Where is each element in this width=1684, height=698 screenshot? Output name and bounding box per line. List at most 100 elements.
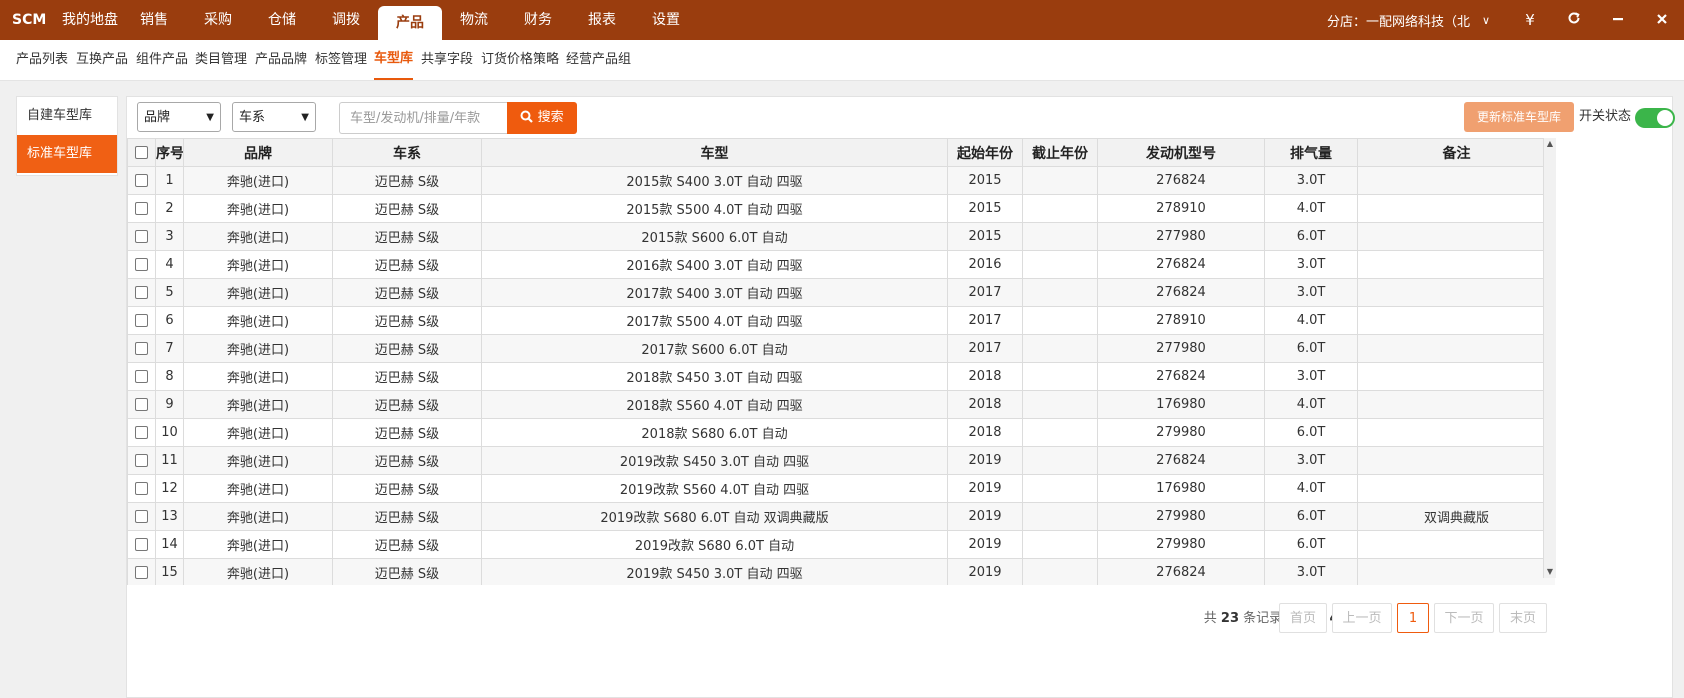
row-checkbox[interactable] (127, 390, 156, 419)
menu-item-purchase[interactable]: 采购 (186, 0, 250, 40)
row-checkbox[interactable] (127, 278, 156, 307)
cell-model: 2019改款 S680 6.0T 自动 双调典藏版 (481, 502, 948, 531)
cell-engine-model: 277980 (1097, 222, 1265, 251)
table-row[interactable]: 1 奔驰(进口) 迈巴赫 S级 2015款 S400 3.0T 自动 四驱 2015 27… (127, 166, 1555, 195)
standard-vehicle-library[interactable]: 标准车型库 (17, 135, 117, 173)
row-checkbox[interactable] (127, 222, 156, 251)
next-page-button[interactable]: 下一页 (1434, 603, 1494, 633)
table-row[interactable]: 7 奔驰(进口) 迈巴赫 S级 2017款 S600 6.0T 自动 2017 27798… (127, 334, 1555, 363)
status-toggle[interactable] (1635, 108, 1675, 128)
row-checkbox[interactable] (127, 474, 156, 503)
table-row[interactable]: 6 奔驰(进口) 迈巴赫 S级 2017款 S500 4.0T 自动 四驱 2017 27… (127, 306, 1555, 335)
row-checkbox[interactable] (127, 418, 156, 447)
scroll-up-icon[interactable]: ▲ (1544, 138, 1556, 150)
table-row[interactable]: 2 奔驰(进口) 迈巴赫 S级 2015款 S500 4.0T 自动 四驱 2015 27… (127, 194, 1555, 223)
select-all-checkbox[interactable] (127, 138, 156, 167)
table-row[interactable]: 9 奔驰(进口) 迈巴赫 S级 2018款 S560 4.0T 自动 四驱 2018 17… (127, 390, 1555, 419)
cell-index: 3 (155, 222, 184, 251)
subnav-tag-management[interactable]: 标签管理 (315, 40, 367, 80)
menu-item-home[interactable]: 我的地盘 (58, 0, 122, 40)
series-select[interactable]: 车系 ▼ (232, 102, 316, 132)
cell-engine-model: 278910 (1097, 194, 1265, 223)
cell-series: 迈巴赫 S级 (332, 278, 482, 307)
table-row[interactable]: 10 奔驰(进口) 迈巴赫 S级 2018款 S680 6.0T 自动 2018 2799… (127, 418, 1555, 447)
close-icon[interactable] (1640, 11, 1684, 29)
row-checkbox[interactable] (127, 306, 156, 335)
cell-index: 6 (155, 306, 184, 335)
cell-start-year: 2017 (947, 278, 1023, 307)
cell-start-year: 2018 (947, 390, 1023, 419)
cell-end-year (1022, 250, 1098, 279)
cell-index: 14 (155, 530, 184, 559)
cell-index: 9 (155, 390, 184, 419)
row-checkbox[interactable] (127, 250, 156, 279)
subnav-shared-fields[interactable]: 共享字段 (421, 40, 473, 80)
cell-remarks (1357, 446, 1555, 475)
refresh-icon[interactable] (1552, 11, 1596, 29)
subnav-product-brands[interactable]: 产品品牌 (255, 40, 307, 80)
menu-item-product[interactable]: 产品 (378, 6, 442, 40)
subnav-component-products[interactable]: 组件产品 (136, 40, 188, 80)
table-row[interactable]: 14 奔驰(进口) 迈巴赫 S级 2019改款 S680 6.0T 自动 2019 279… (127, 530, 1555, 559)
cell-model: 2018款 S680 6.0T 自动 (481, 418, 948, 447)
table-row[interactable]: 4 奔驰(进口) 迈巴赫 S级 2016款 S400 3.0T 自动 四驱 2016 27… (127, 250, 1555, 279)
menu-item-settings[interactable]: 设置 (634, 0, 698, 40)
cell-start-year: 2019 (947, 530, 1023, 559)
cell-brand: 奔驰(进口) (183, 278, 333, 307)
subnav-interchange-products[interactable]: 互换产品 (76, 40, 128, 80)
menu-item-reports[interactable]: 报表 (570, 0, 634, 40)
row-checkbox[interactable] (127, 166, 156, 195)
cell-series: 迈巴赫 S级 (332, 418, 482, 447)
branch-selector[interactable]: 分店：一配网络科技（北 (1327, 11, 1470, 30)
table-row[interactable]: 15 奔驰(进口) 迈巴赫 S级 2019款 S450 3.0T 自动 四驱 2019 2… (127, 558, 1555, 585)
custom-vehicle-library[interactable]: 自建车型库 (17, 97, 117, 135)
table-row[interactable]: 8 奔驰(进口) 迈巴赫 S级 2018款 S450 3.0T 自动 四驱 2018 27… (127, 362, 1555, 391)
first-page-button[interactable]: 首页 (1279, 603, 1327, 633)
menu-item-finance[interactable]: 财务 (506, 0, 570, 40)
top-navbar: SCM 我的地盘 销售 采购 仓储 调拨 产品 物流 财务 报表 设置 分店：一… (0, 0, 1684, 40)
cell-model: 2016款 S400 3.0T 自动 四驱 (481, 250, 948, 279)
vehicle-library-menu: 自建车型库 标准车型库 (16, 96, 118, 176)
table-row[interactable]: 3 奔驰(进口) 迈巴赫 S级 2015款 S600 6.0T 自动 2015 27798… (127, 222, 1555, 251)
row-checkbox[interactable] (127, 530, 156, 559)
update-standard-library-button[interactable]: 更新标准车型库 (1464, 102, 1574, 132)
table-row[interactable]: 5 奔驰(进口) 迈巴赫 S级 2017款 S400 3.0T 自动 四驱 2017 27… (127, 278, 1555, 307)
cell-end-year (1022, 502, 1098, 531)
cell-index: 7 (155, 334, 184, 363)
subnav-product-list[interactable]: 产品列表 (16, 40, 68, 80)
table-row[interactable]: 12 奔驰(进口) 迈巴赫 S级 2019改款 S560 4.0T 自动 四驱 2019… (127, 474, 1555, 503)
menu-item-warehouse[interactable]: 仓储 (250, 0, 314, 40)
cell-end-year (1022, 222, 1098, 251)
cell-brand: 奔驰(进口) (183, 194, 333, 223)
minimize-icon[interactable] (1596, 11, 1640, 29)
subnav-category-management[interactable]: 类目管理 (195, 40, 247, 80)
subnav-order-price-strategy[interactable]: 订货价格策略 (481, 40, 559, 80)
subnav-vehicle-library[interactable]: 车型库 (374, 40, 414, 80)
chevron-down-icon: ▼ (206, 112, 214, 123)
menu-item-transfer[interactable]: 调拨 (314, 0, 378, 40)
table-row[interactable]: 13 奔驰(进口) 迈巴赫 S级 2019改款 S680 6.0T 自动 双调典藏版 2… (127, 502, 1555, 531)
prev-page-button[interactable]: 上一页 (1332, 603, 1392, 633)
row-checkbox[interactable] (127, 362, 156, 391)
menu-item-logistics[interactable]: 物流 (442, 0, 506, 40)
current-page-button[interactable]: 1 (1397, 603, 1429, 633)
col-header-displacement: 排气量 (1264, 138, 1358, 167)
row-checkbox[interactable] (127, 446, 156, 475)
search-input[interactable] (339, 102, 507, 134)
row-checkbox[interactable] (127, 502, 156, 531)
scroll-down-icon[interactable]: ▼ (1544, 566, 1556, 578)
last-page-button[interactable]: 末页 (1499, 603, 1547, 633)
search-button[interactable]: 搜索 (507, 102, 577, 134)
brand-select[interactable]: 品牌 ▼ (137, 102, 221, 132)
cell-engine-model: 279980 (1097, 530, 1265, 559)
row-checkbox[interactable] (127, 334, 156, 363)
menu-item-sales[interactable]: 销售 (122, 0, 186, 40)
chevron-down-icon[interactable]: ∨ (1480, 14, 1492, 27)
cell-engine-model: 276824 (1097, 278, 1265, 307)
subnav-business-product-groups[interactable]: 经营产品组 (566, 40, 631, 80)
table-row[interactable]: 11 奔驰(进口) 迈巴赫 S级 2019改款 S450 3.0T 自动 四驱 2019… (127, 446, 1555, 475)
currency-icon[interactable]: ¥ (1508, 11, 1552, 29)
row-checkbox[interactable] (127, 558, 156, 585)
table-scrollbar[interactable]: ▲ ▼ (1543, 138, 1556, 578)
row-checkbox[interactable] (127, 194, 156, 223)
